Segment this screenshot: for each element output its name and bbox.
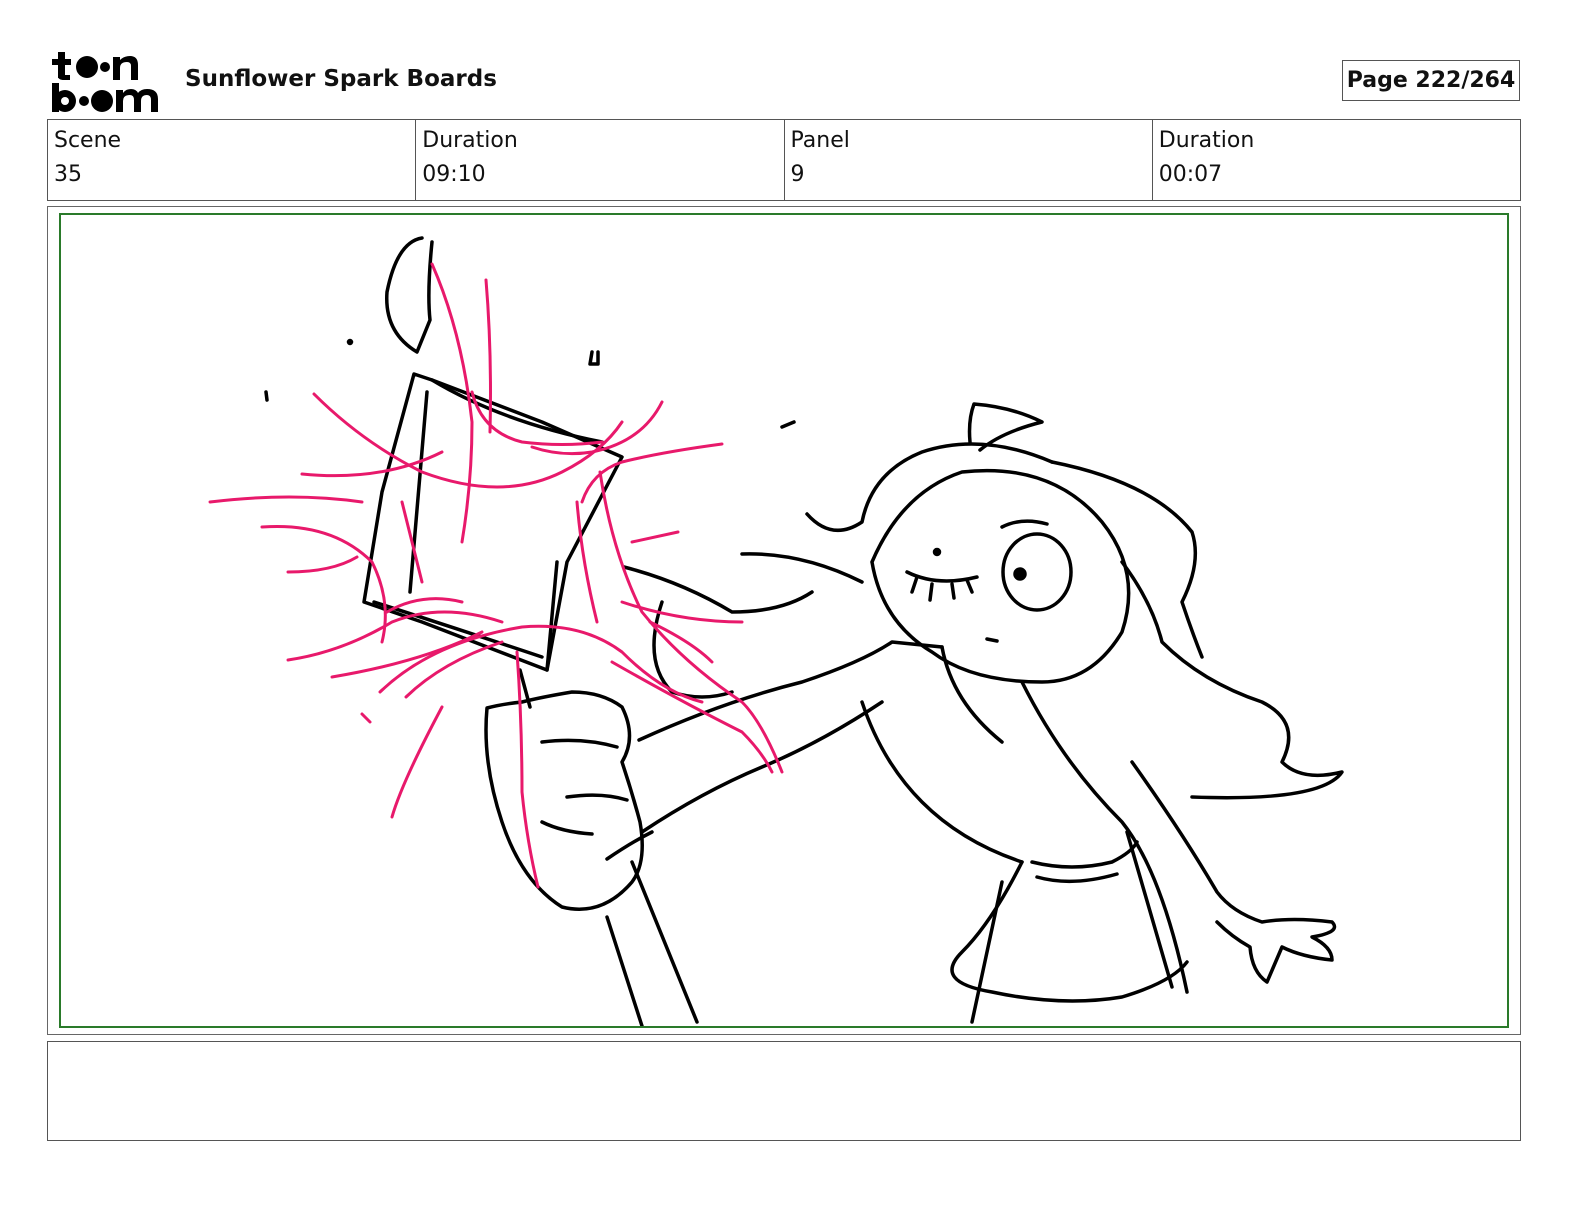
panel-value: 9	[790, 162, 805, 187]
magic-effect-lines	[208, 262, 784, 889]
character-sketch	[264, 236, 1344, 1026]
scene-duration-value: 09:10	[422, 162, 486, 187]
storyboard-panel	[59, 213, 1509, 1028]
panel-duration-value: 00:07	[1158, 162, 1223, 187]
page-indicator: Page 222/264	[1342, 60, 1520, 101]
scene-duration-cell: Duration 09:10	[416, 120, 785, 200]
scene-info-table: Scene 35 Duration 09:10 Panel 9 Duration…	[47, 119, 1521, 201]
panel-notes	[47, 1041, 1521, 1141]
notes-text	[48, 1042, 1520, 1054]
scene-cell: Scene 35	[48, 120, 417, 200]
scene-label: Scene	[54, 128, 122, 153]
scene-duration-label: Duration	[422, 128, 518, 153]
scene-value: 35	[54, 162, 82, 187]
panel-sketch	[208, 236, 1344, 1026]
panel-cell: Panel 9	[785, 120, 1153, 200]
toon-boom-logo	[50, 50, 166, 114]
panel-label: Panel	[790, 128, 850, 153]
document-title: Sunflower Spark Boards	[185, 66, 497, 92]
panel-duration-label: Duration	[1158, 128, 1255, 153]
panel-duration-cell: Duration 00:07	[1153, 120, 1520, 200]
